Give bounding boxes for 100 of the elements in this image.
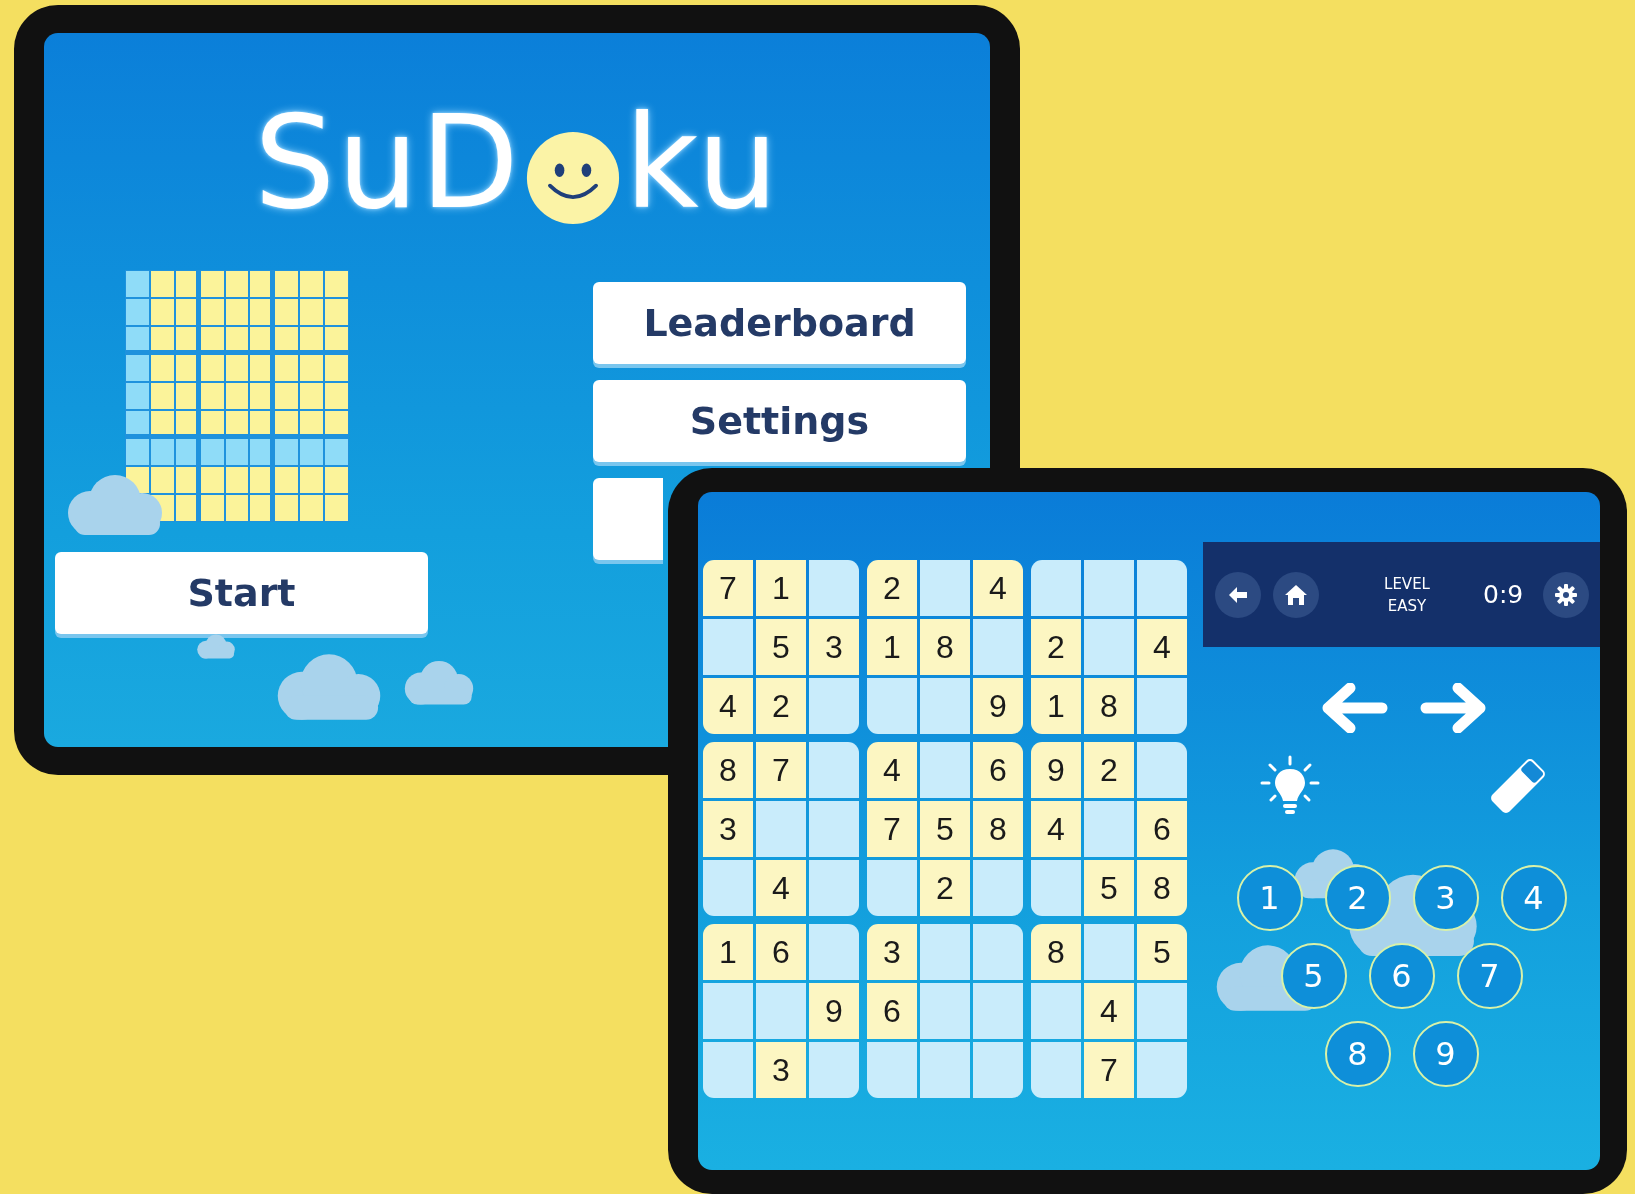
grid-cell[interactable] xyxy=(809,924,859,980)
grid-cell[interactable] xyxy=(973,619,1023,675)
grid-cell[interactable]: 4 xyxy=(756,860,806,916)
grid-cell[interactable]: 3 xyxy=(756,1042,806,1098)
back-button[interactable] xyxy=(1215,571,1261,618)
grid-cell[interactable] xyxy=(1084,924,1134,980)
grid-cell[interactable]: 1 xyxy=(756,560,806,616)
number-button[interactable]: 4 xyxy=(1500,865,1567,931)
grid-cell[interactable]: 3 xyxy=(809,619,859,675)
grid-cell[interactable] xyxy=(703,860,753,916)
logo-text: ku xyxy=(624,88,781,238)
grid-cell[interactable]: 9 xyxy=(973,678,1023,734)
grid-cell[interactable]: 8 xyxy=(920,619,970,675)
grid-cell[interactable]: 7 xyxy=(756,742,806,798)
home-icon xyxy=(1284,582,1308,607)
grid-cell[interactable] xyxy=(1031,983,1081,1039)
grid-cell[interactable] xyxy=(809,860,859,916)
grid-cell[interactable]: 7 xyxy=(1084,1042,1134,1098)
grid-cell[interactable] xyxy=(1137,678,1187,734)
grid-cell[interactable] xyxy=(809,560,859,616)
grid-cell[interactable]: 4 xyxy=(1084,983,1134,1039)
grid-cell[interactable]: 4 xyxy=(703,678,753,734)
number-button[interactable]: 7 xyxy=(1456,943,1523,1009)
grid-cell[interactable] xyxy=(973,924,1023,980)
grid-cell[interactable] xyxy=(867,678,917,734)
grid-cell[interactable] xyxy=(973,860,1023,916)
number-button[interactable]: 8 xyxy=(1324,1021,1391,1087)
settings-icon xyxy=(1554,582,1579,607)
timer: 0:9 xyxy=(1483,580,1524,609)
grid-cell[interactable]: 2 xyxy=(756,678,806,734)
grid-cell[interactable]: 5 xyxy=(920,801,970,857)
grid-cell[interactable]: 4 xyxy=(1031,801,1081,857)
grid-cell[interactable] xyxy=(867,860,917,916)
grid-cell[interactable] xyxy=(756,801,806,857)
grid-cell[interactable] xyxy=(1084,801,1134,857)
grid-cell[interactable] xyxy=(920,924,970,980)
grid-cell[interactable] xyxy=(703,983,753,1039)
grid-cell[interactable]: 6 xyxy=(867,983,917,1039)
number-button[interactable]: 1 xyxy=(1236,865,1303,931)
grid-cell[interactable] xyxy=(867,1042,917,1098)
grid-cell[interactable] xyxy=(1137,1042,1187,1098)
grid-cell[interactable] xyxy=(809,1042,859,1098)
number-button[interactable]: 6 xyxy=(1368,943,1435,1009)
grid-cell[interactable] xyxy=(920,983,970,1039)
grid-cell[interactable] xyxy=(1031,860,1081,916)
grid-cell[interactable]: 8 xyxy=(973,801,1023,857)
grid-cell[interactable]: 5 xyxy=(1137,924,1187,980)
grid-cell[interactable] xyxy=(809,801,859,857)
grid-cell[interactable]: 3 xyxy=(867,924,917,980)
grid-cell[interactable]: 2 xyxy=(1031,619,1081,675)
grid-cell[interactable] xyxy=(703,1042,753,1098)
level-value: EASY xyxy=(1387,595,1427,617)
grid-cell[interactable] xyxy=(920,1042,970,1098)
grid-cell[interactable]: 1 xyxy=(867,619,917,675)
grid-cell[interactable]: 3 xyxy=(703,801,753,857)
grid-cell[interactable]: 2 xyxy=(920,860,970,916)
grid-cell[interactable] xyxy=(1031,1042,1081,1098)
grid-cell[interactable] xyxy=(809,678,859,734)
grid-cell[interactable]: 8 xyxy=(703,742,753,798)
grid-cell[interactable] xyxy=(1084,560,1134,616)
grid-cell[interactable]: 8 xyxy=(1031,924,1081,980)
grid-cell[interactable]: 4 xyxy=(973,560,1023,616)
grid-cell[interactable]: 5 xyxy=(1084,860,1134,916)
grid-cell[interactable]: 7 xyxy=(703,560,753,616)
grid-cell[interactable]: 1 xyxy=(703,924,753,980)
grid-cell[interactable] xyxy=(920,678,970,734)
grid-cell[interactable] xyxy=(1084,619,1134,675)
number-button[interactable]: 2 xyxy=(1324,865,1391,931)
grid-cell[interactable]: 4 xyxy=(867,742,917,798)
grid-cell[interactable]: 6 xyxy=(973,742,1023,798)
logo-text: SuD xyxy=(253,88,521,238)
grid-cell[interactable] xyxy=(973,1042,1023,1098)
grid-cell[interactable] xyxy=(703,619,753,675)
grid-cell[interactable]: 2 xyxy=(1084,742,1134,798)
grid-cell[interactable] xyxy=(1031,560,1081,616)
grid-cell[interactable] xyxy=(920,560,970,616)
number-button[interactable]: 5 xyxy=(1280,943,1347,1009)
grid-cell[interactable]: 4 xyxy=(1137,619,1187,675)
grid-cell[interactable] xyxy=(1137,742,1187,798)
number-button[interactable]: 9 xyxy=(1412,1021,1479,1087)
grid-cell[interactable]: 9 xyxy=(809,983,859,1039)
grid-cell[interactable]: 7 xyxy=(867,801,917,857)
home-button[interactable] xyxy=(1273,571,1319,618)
grid-cell[interactable] xyxy=(920,742,970,798)
grid-cell[interactable] xyxy=(1137,560,1187,616)
grid-cell[interactable]: 6 xyxy=(1137,801,1187,857)
light-bulb-icon[interactable] xyxy=(1260,755,1320,817)
grid-cell[interactable] xyxy=(809,742,859,798)
grid-cell[interactable]: 9 xyxy=(1031,742,1081,798)
grid-cell[interactable] xyxy=(973,983,1023,1039)
grid-cell[interactable]: 5 xyxy=(756,619,806,675)
grid-cell[interactable]: 2 xyxy=(867,560,917,616)
grid-cell[interactable] xyxy=(756,983,806,1039)
level-label: LEVEL xyxy=(1384,573,1430,595)
grid-cell[interactable]: 8 xyxy=(1084,678,1134,734)
grid-cell[interactable] xyxy=(1137,983,1187,1039)
grid-cell[interactable]: 8 xyxy=(1137,860,1187,916)
grid-cell[interactable]: 6 xyxy=(756,924,806,980)
smiley-face-icon xyxy=(524,130,621,226)
grid-cell[interactable]: 1 xyxy=(1031,678,1081,734)
